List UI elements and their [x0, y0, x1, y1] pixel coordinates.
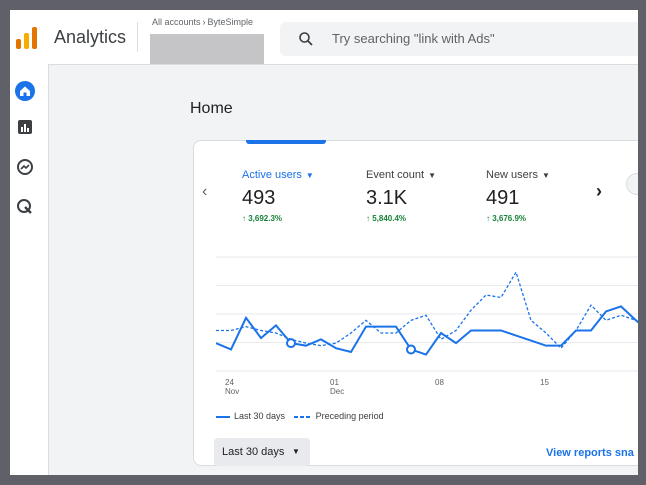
date-range-label: Last 30 days: [222, 446, 285, 458]
metric-change: ↑ 3,676.9%: [486, 214, 596, 223]
search-bar[interactable]: Try searching "link with Ads": [280, 22, 638, 56]
analytics-logo-icon[interactable]: [16, 27, 38, 49]
users-line-chart: 24Nov 01Dec 08 15: [216, 256, 638, 396]
active-tab-indicator: [246, 140, 326, 144]
chevron-left-icon[interactable]: ‹: [202, 183, 207, 201]
metric-change: ↑ 3,692.3%: [242, 214, 352, 223]
metric-label[interactable]: New users ▼: [486, 169, 596, 181]
advertising-icon[interactable]: [14, 196, 36, 218]
metric-change: ↑ 5,840.4%: [366, 214, 476, 223]
metric-label[interactable]: Event count ▼: [366, 169, 476, 181]
breadcrumb-item[interactable]: ByteSimple: [208, 17, 254, 27]
caret-down-icon: ▼: [428, 171, 437, 180]
reports-icon[interactable]: [14, 116, 36, 138]
view-reports-link[interactable]: View reports sna: [546, 447, 634, 459]
search-icon: [299, 32, 313, 46]
metric-value: 3.1K: [366, 187, 408, 209]
caret-down-icon: ▼: [305, 171, 314, 180]
metric-value: 493: [242, 187, 276, 209]
home-icon[interactable]: [14, 80, 36, 102]
arrow-up-icon: ↑: [366, 214, 370, 223]
account-name-redacted[interactable]: [150, 34, 264, 64]
legend-item: Preceding period: [315, 411, 384, 421]
breadcrumb[interactable]: All accounts › ByteSimple: [152, 17, 253, 27]
date-range-selector[interactable]: Last 30 days ▼: [214, 438, 310, 466]
metric-event-count[interactable]: Event count ▼ 3.1K ↑ 5,840.4%: [366, 169, 476, 223]
explore-icon[interactable]: [14, 156, 36, 178]
app-window: Analytics All accounts › ByteSimple Try se…: [10, 10, 638, 475]
caret-down-icon: ▼: [541, 171, 550, 180]
top-bar: Analytics All accounts › ByteSimple Try se…: [10, 10, 638, 65]
legend-item: Last 30 days: [234, 411, 286, 421]
caret-down-icon: ▼: [292, 447, 300, 456]
metric-label-text: Event count: [366, 169, 425, 181]
left-nav-rail: [10, 64, 49, 475]
data-point-marker[interactable]: [406, 344, 416, 355]
arrow-up-icon: ↑: [486, 214, 490, 223]
page-title: Home: [190, 100, 233, 117]
metric-change-text: 3,692.3%: [248, 214, 283, 223]
chart-legend: Last 30 days Preceding period: [216, 411, 384, 421]
insights-icon[interactable]: [626, 173, 638, 195]
metric-active-users[interactable]: Active users ▼ 493 ↑ 3,692.3%: [242, 169, 352, 223]
x-tick-label: 24: [225, 378, 234, 387]
divider: [137, 22, 138, 52]
legend-solid-swatch: [216, 415, 230, 418]
arrow-up-icon: ↑: [242, 214, 246, 223]
x-tick-label: 15: [540, 378, 549, 387]
legend-dashed-swatch: [293, 415, 312, 418]
app-title: Analytics: [54, 27, 127, 47]
metric-label-text: New users: [486, 169, 538, 181]
series-line-preceding-period: [216, 270, 638, 350]
metric-label-text: Active users: [242, 169, 302, 181]
x-tick-sublabel: Nov: [225, 387, 239, 396]
metric-change-text: 5,840.4%: [372, 214, 407, 223]
breadcrumb-item[interactable]: All accounts: [152, 17, 201, 27]
chevron-right-icon: ›: [202, 17, 206, 27]
search-input[interactable]: Try searching "link with Ads": [332, 31, 495, 46]
x-tick-sublabel: Dec: [330, 387, 344, 396]
x-tick-label: 01: [330, 378, 339, 387]
metric-new-users[interactable]: New users ▼ 491 ↑ 3,676.9%: [486, 169, 596, 223]
metric-label[interactable]: Active users ▼: [242, 169, 352, 181]
metric-change-text: 3,676.9%: [492, 214, 527, 223]
overview-card: ‹ Active users ▼ 493 ↑ 3,692.3% Event cou…: [193, 140, 638, 466]
metric-value: 491: [486, 187, 520, 209]
x-tick-label: 08: [435, 378, 444, 387]
chevron-right-icon[interactable]: ›: [596, 181, 602, 202]
